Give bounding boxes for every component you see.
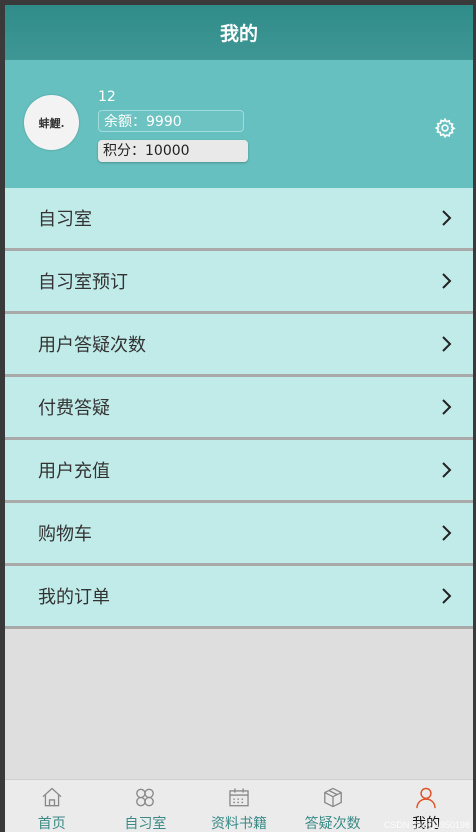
menu-item-label: 自习室预订 bbox=[38, 272, 128, 293]
tab-label: 资料书籍 bbox=[210, 816, 267, 832]
menu-item-label: 用户答疑次数 bbox=[38, 335, 146, 356]
grid-icon bbox=[136, 788, 155, 807]
avatar-text: 蚌鯉. bbox=[38, 116, 65, 130]
username: 12 bbox=[98, 89, 116, 105]
menu-item-paid-qa[interactable]: 付费答疑 bbox=[5, 377, 473, 440]
user-icon bbox=[416, 787, 436, 809]
menu-item-label: 自习室 bbox=[38, 209, 92, 230]
chevron-right-icon bbox=[442, 336, 452, 352]
tab-books[interactable]: 资料书籍 bbox=[192, 780, 286, 832]
tab-study-room[interactable]: 自习室 bbox=[99, 780, 193, 832]
gear-icon[interactable] bbox=[434, 117, 456, 139]
box-icon bbox=[323, 787, 342, 808]
chevron-right-icon bbox=[442, 399, 452, 415]
chevron-right-icon bbox=[442, 462, 452, 478]
menu-item-qa-count[interactable]: 用户答疑次数 bbox=[5, 314, 473, 377]
calendar-icon bbox=[229, 788, 249, 807]
chevron-right-icon bbox=[442, 273, 452, 289]
tab-home[interactable]: 首页 bbox=[5, 780, 99, 832]
menu-item-label: 我的订单 bbox=[38, 587, 110, 608]
menu-item-label: 用户充值 bbox=[38, 461, 110, 482]
menu-item-my-orders[interactable]: 我的订单 bbox=[5, 566, 473, 629]
app-frame: 我的 蚌鯉. 12 余额：9990 积分：10000 自习室 自习室预订 用户答… bbox=[5, 5, 473, 832]
profile-panel: 蚌鯉. 12 余额：9990 积分：10000 bbox=[5, 60, 473, 188]
menu-item-label: 购物车 bbox=[38, 524, 92, 545]
points-badge: 积分：10000 bbox=[98, 140, 248, 162]
menu-list: 自习室 自习室预订 用户答疑次数 付费答疑 用户充值 购物车 我的订单 bbox=[5, 188, 473, 629]
watermark: CSDN @QQ1950198 bbox=[383, 820, 470, 830]
tab-label: 自习室 bbox=[124, 816, 167, 832]
menu-item-room-booking[interactable]: 自习室预订 bbox=[5, 251, 473, 314]
avatar[interactable]: 蚌鯉. bbox=[24, 95, 79, 150]
menu-item-study-room[interactable]: 自习室 bbox=[5, 188, 473, 251]
menu-item-cart[interactable]: 购物车 bbox=[5, 503, 473, 566]
chevron-right-icon bbox=[442, 210, 452, 226]
header-bar: 我的 bbox=[5, 5, 473, 60]
chevron-right-icon bbox=[442, 525, 452, 541]
balance-badge: 余额：9990 bbox=[98, 110, 244, 132]
page-title: 我的 bbox=[219, 23, 258, 45]
menu-item-label: 付费答疑 bbox=[38, 398, 110, 419]
menu-item-recharge[interactable]: 用户充值 bbox=[5, 440, 473, 503]
tab-label: 首页 bbox=[37, 816, 66, 832]
home-icon bbox=[42, 787, 62, 807]
tab-label: 答疑次数 bbox=[304, 816, 361, 832]
tab-qa-count[interactable]: 答疑次数 bbox=[286, 780, 380, 832]
chevron-right-icon bbox=[442, 588, 452, 604]
